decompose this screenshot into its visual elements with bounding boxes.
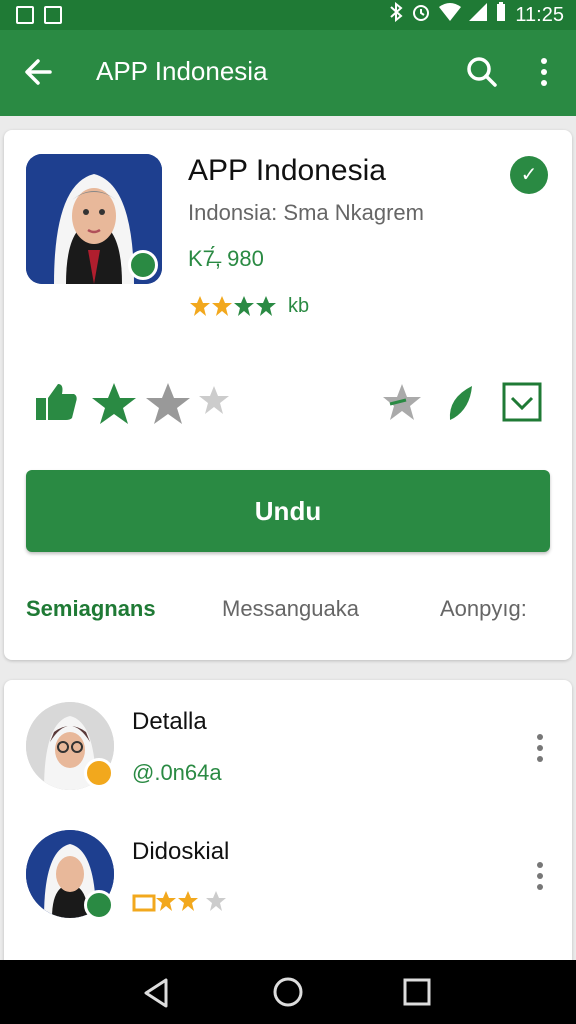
rating-label: kb: [288, 294, 310, 317]
overflow-menu-icon[interactable]: [530, 52, 558, 92]
verified-badge-icon: [128, 250, 158, 280]
item-overflow-icon[interactable]: [532, 732, 548, 764]
search-icon[interactable]: [464, 54, 500, 90]
list-item-rating: [132, 888, 236, 919]
app-bar: APP Indonesia: [0, 30, 576, 116]
check-badge-icon: [84, 890, 114, 920]
install-button[interactable]: Undu: [26, 470, 550, 552]
app-icon: [26, 154, 162, 284]
star-filled-icon[interactable]: [90, 380, 138, 428]
wifi-icon: [439, 3, 462, 27]
alarm-icon: [411, 2, 431, 28]
list-item-title: Detalla: [132, 708, 207, 735]
system-navigation-bar: [0, 960, 576, 1024]
item-overflow-icon[interactable]: [532, 860, 548, 892]
battery-icon: [495, 2, 507, 28]
app-name: APP Indonesia: [188, 154, 386, 187]
back-arrow-icon[interactable]: [22, 52, 62, 92]
app-bar-title: APP Indonesia: [96, 56, 268, 86]
leaf-icon[interactable]: [444, 380, 476, 428]
signal-icon: [469, 3, 488, 27]
verified-check-icon: ✓: [510, 156, 548, 194]
tab-aonpyig[interactable]: Aonpyıg:: [440, 596, 527, 622]
image-notification-icon: [44, 6, 62, 24]
app-developer: Indonsia: Sma Nkagrem: [188, 200, 424, 225]
clock: 11:25: [515, 3, 564, 26]
app-rating: kb: [188, 294, 309, 318]
star-half-icon[interactable]: [144, 380, 192, 428]
status-bar: 11:25: [0, 0, 576, 30]
nav-home-icon[interactable]: [271, 975, 305, 1014]
list-item-subtitle: @.0n64a: [132, 760, 222, 785]
orange-badge-icon: [84, 758, 114, 788]
tab-messanguaka[interactable]: Messanguaka: [222, 596, 359, 622]
bluetooth-icon: [389, 1, 403, 28]
screenshot-notification-icon: [16, 6, 34, 24]
tab-semiagnans[interactable]: Semiagnans: [26, 596, 156, 622]
app-details-card: APP Indonesia Indonsia: Sma Nkagrem K7̶́…: [4, 130, 572, 660]
nav-recents-icon[interactable]: [402, 977, 432, 1012]
rating-stars-icon: [132, 891, 226, 912]
rating-stars-icon: [190, 296, 276, 316]
nav-back-icon[interactable]: [140, 976, 174, 1015]
thumbs-up-icon[interactable]: [34, 380, 78, 428]
list-item-title: Didoskial: [132, 838, 230, 865]
star-empty-icon[interactable]: [196, 380, 232, 428]
download-count: K7̶́, 980: [188, 246, 264, 271]
list-card: Detalla @.0n64a Didoskial: [4, 680, 572, 970]
share-star-icon[interactable]: [380, 380, 424, 428]
bookmark-icon[interactable]: [500, 380, 544, 428]
